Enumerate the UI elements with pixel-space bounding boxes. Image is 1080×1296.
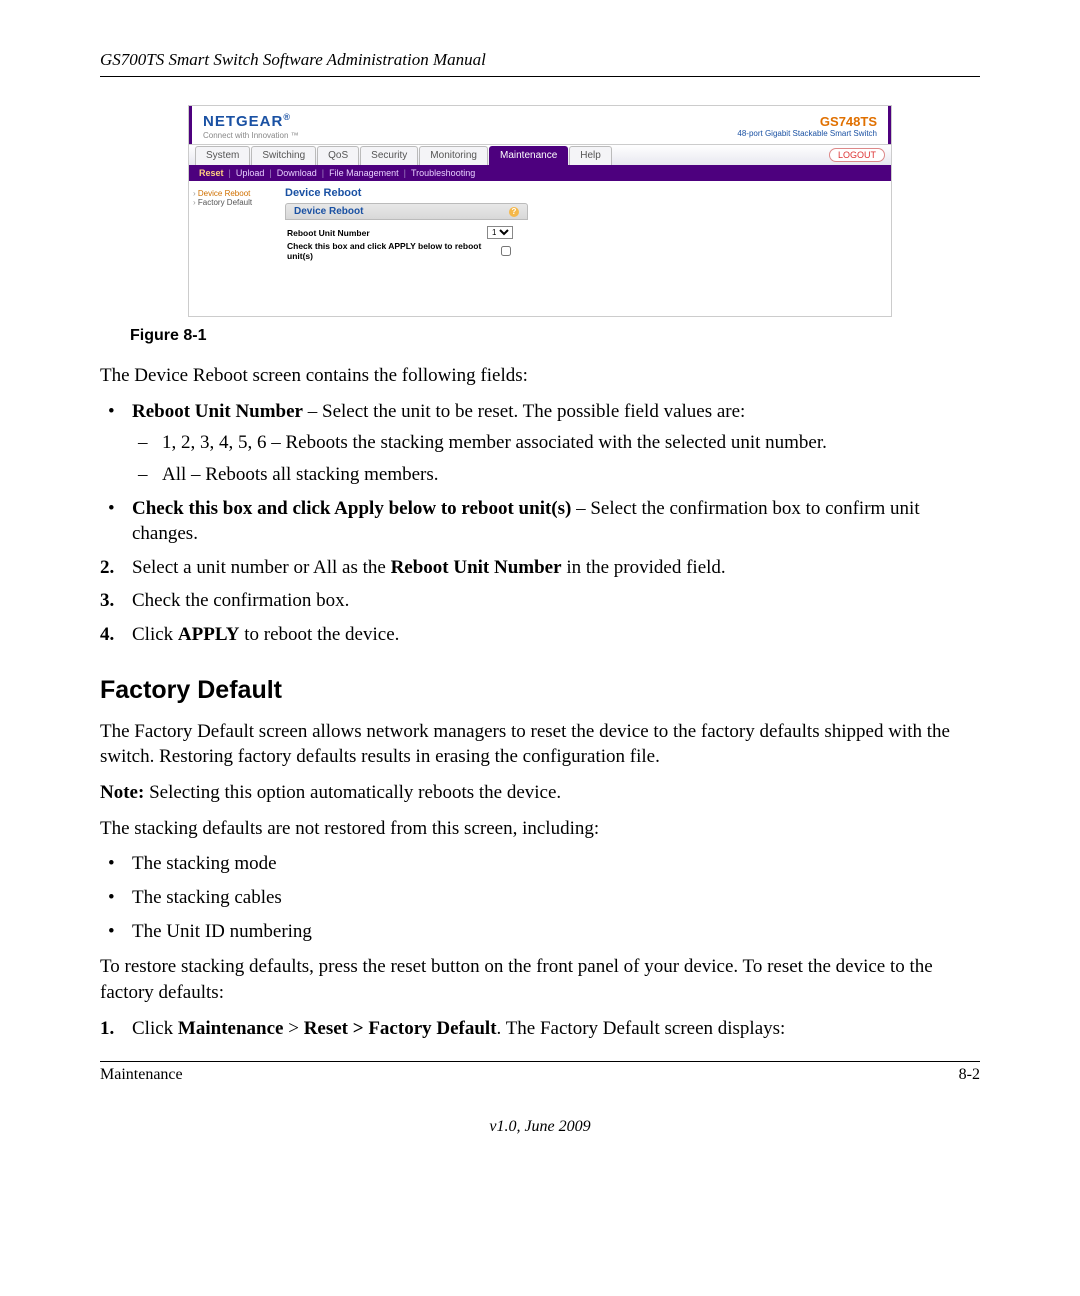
reboot-unit-select[interactable]: 1 (487, 226, 513, 239)
panel-title: Device Reboot (285, 187, 881, 199)
tab-help[interactable]: Help (569, 146, 612, 165)
main-tabs: System Switching QoS Security Monitoring… (189, 144, 891, 165)
sidebar-item-device-reboot[interactable]: Device Reboot (193, 189, 271, 198)
step-2: 2. Select a unit number or All as the Re… (100, 555, 980, 581)
subtab-download[interactable]: Download (277, 168, 317, 178)
tab-system[interactable]: System (195, 146, 250, 165)
model-desc: 48-port Gigabit Stackable Smart Switch (737, 129, 877, 138)
page-header: GS700TS Smart Switch Software Administra… (100, 50, 980, 77)
tab-security[interactable]: Security (360, 146, 418, 165)
bullet-check-box: Check this box and click Apply below to … (100, 496, 980, 547)
sidebar-item-factory-default[interactable]: Factory Default (193, 198, 271, 207)
fd-step-1: 1. Click Maintenance > Reset > Factory D… (100, 1016, 980, 1042)
footer-version: v1.0, June 2009 (100, 1118, 980, 1136)
model-name: GS748TS (737, 114, 877, 129)
tab-switching[interactable]: Switching (251, 146, 316, 165)
step-3: 3. Check the confirmation box. (100, 588, 980, 614)
help-icon[interactable]: ? (509, 207, 519, 217)
logout-button[interactable]: LOGOUT (829, 148, 885, 162)
fd-note: Note: Selecting this option automaticall… (100, 780, 980, 806)
footer-left: Maintenance (100, 1066, 183, 1084)
side-nav: Device Reboot Factory Default (189, 181, 275, 316)
step-4: 4. Click APPLY to reboot the device. (100, 622, 980, 648)
field-confirm-label: Check this box and click APPLY below to … (287, 241, 497, 261)
subtab-upload[interactable]: Upload (236, 168, 265, 178)
footer-right: 8-2 (959, 1066, 980, 1084)
sub-bullet-numbers: 1, 2, 3, 4, 5, 6 – Reboots the stacking … (132, 430, 980, 456)
brand-logo: NETGEAR® (203, 113, 291, 130)
subtab-troubleshooting[interactable]: Troubleshooting (411, 168, 475, 178)
figure-caption: Figure 8-1 (130, 327, 980, 345)
sub-bullet-all: All – Reboots all stacking members. (132, 462, 980, 488)
tab-maintenance[interactable]: Maintenance (489, 146, 568, 165)
fd-li-stacking-mode: The stacking mode (100, 851, 980, 877)
panel-subtitle: Device Reboot (294, 206, 363, 217)
fd-paragraph-1: The Factory Default screen allows networ… (100, 719, 980, 770)
section-heading-factory-default: Factory Default (100, 676, 980, 705)
screenshot-device-reboot: NETGEAR® Connect with Innovation ™ GS748… (188, 105, 892, 317)
fd-paragraph-3: To restore stacking defaults, press the … (100, 954, 980, 1005)
brand-tagline: Connect with Innovation ™ (203, 131, 299, 140)
fd-paragraph-2: The stacking defaults are not restored f… (100, 816, 980, 842)
subtab-file-management[interactable]: File Management (329, 168, 399, 178)
page-footer: Maintenance 8-2 (100, 1061, 980, 1084)
fd-li-unit-id: The Unit ID numbering (100, 919, 980, 945)
intro-text: The Device Reboot screen contains the fo… (100, 363, 980, 389)
tab-monitoring[interactable]: Monitoring (419, 146, 488, 165)
field-reboot-unit-label: Reboot Unit Number (287, 228, 487, 238)
sub-tabs: Reset| Upload| Download| File Management… (189, 165, 891, 181)
bullet-reboot-unit: Reboot Unit Number – Select the unit to … (100, 399, 980, 488)
fd-li-stacking-cables: The stacking cables (100, 885, 980, 911)
confirm-checkbox[interactable] (501, 246, 511, 256)
tab-qos[interactable]: QoS (317, 146, 359, 165)
subtab-reset[interactable]: Reset (199, 168, 224, 178)
